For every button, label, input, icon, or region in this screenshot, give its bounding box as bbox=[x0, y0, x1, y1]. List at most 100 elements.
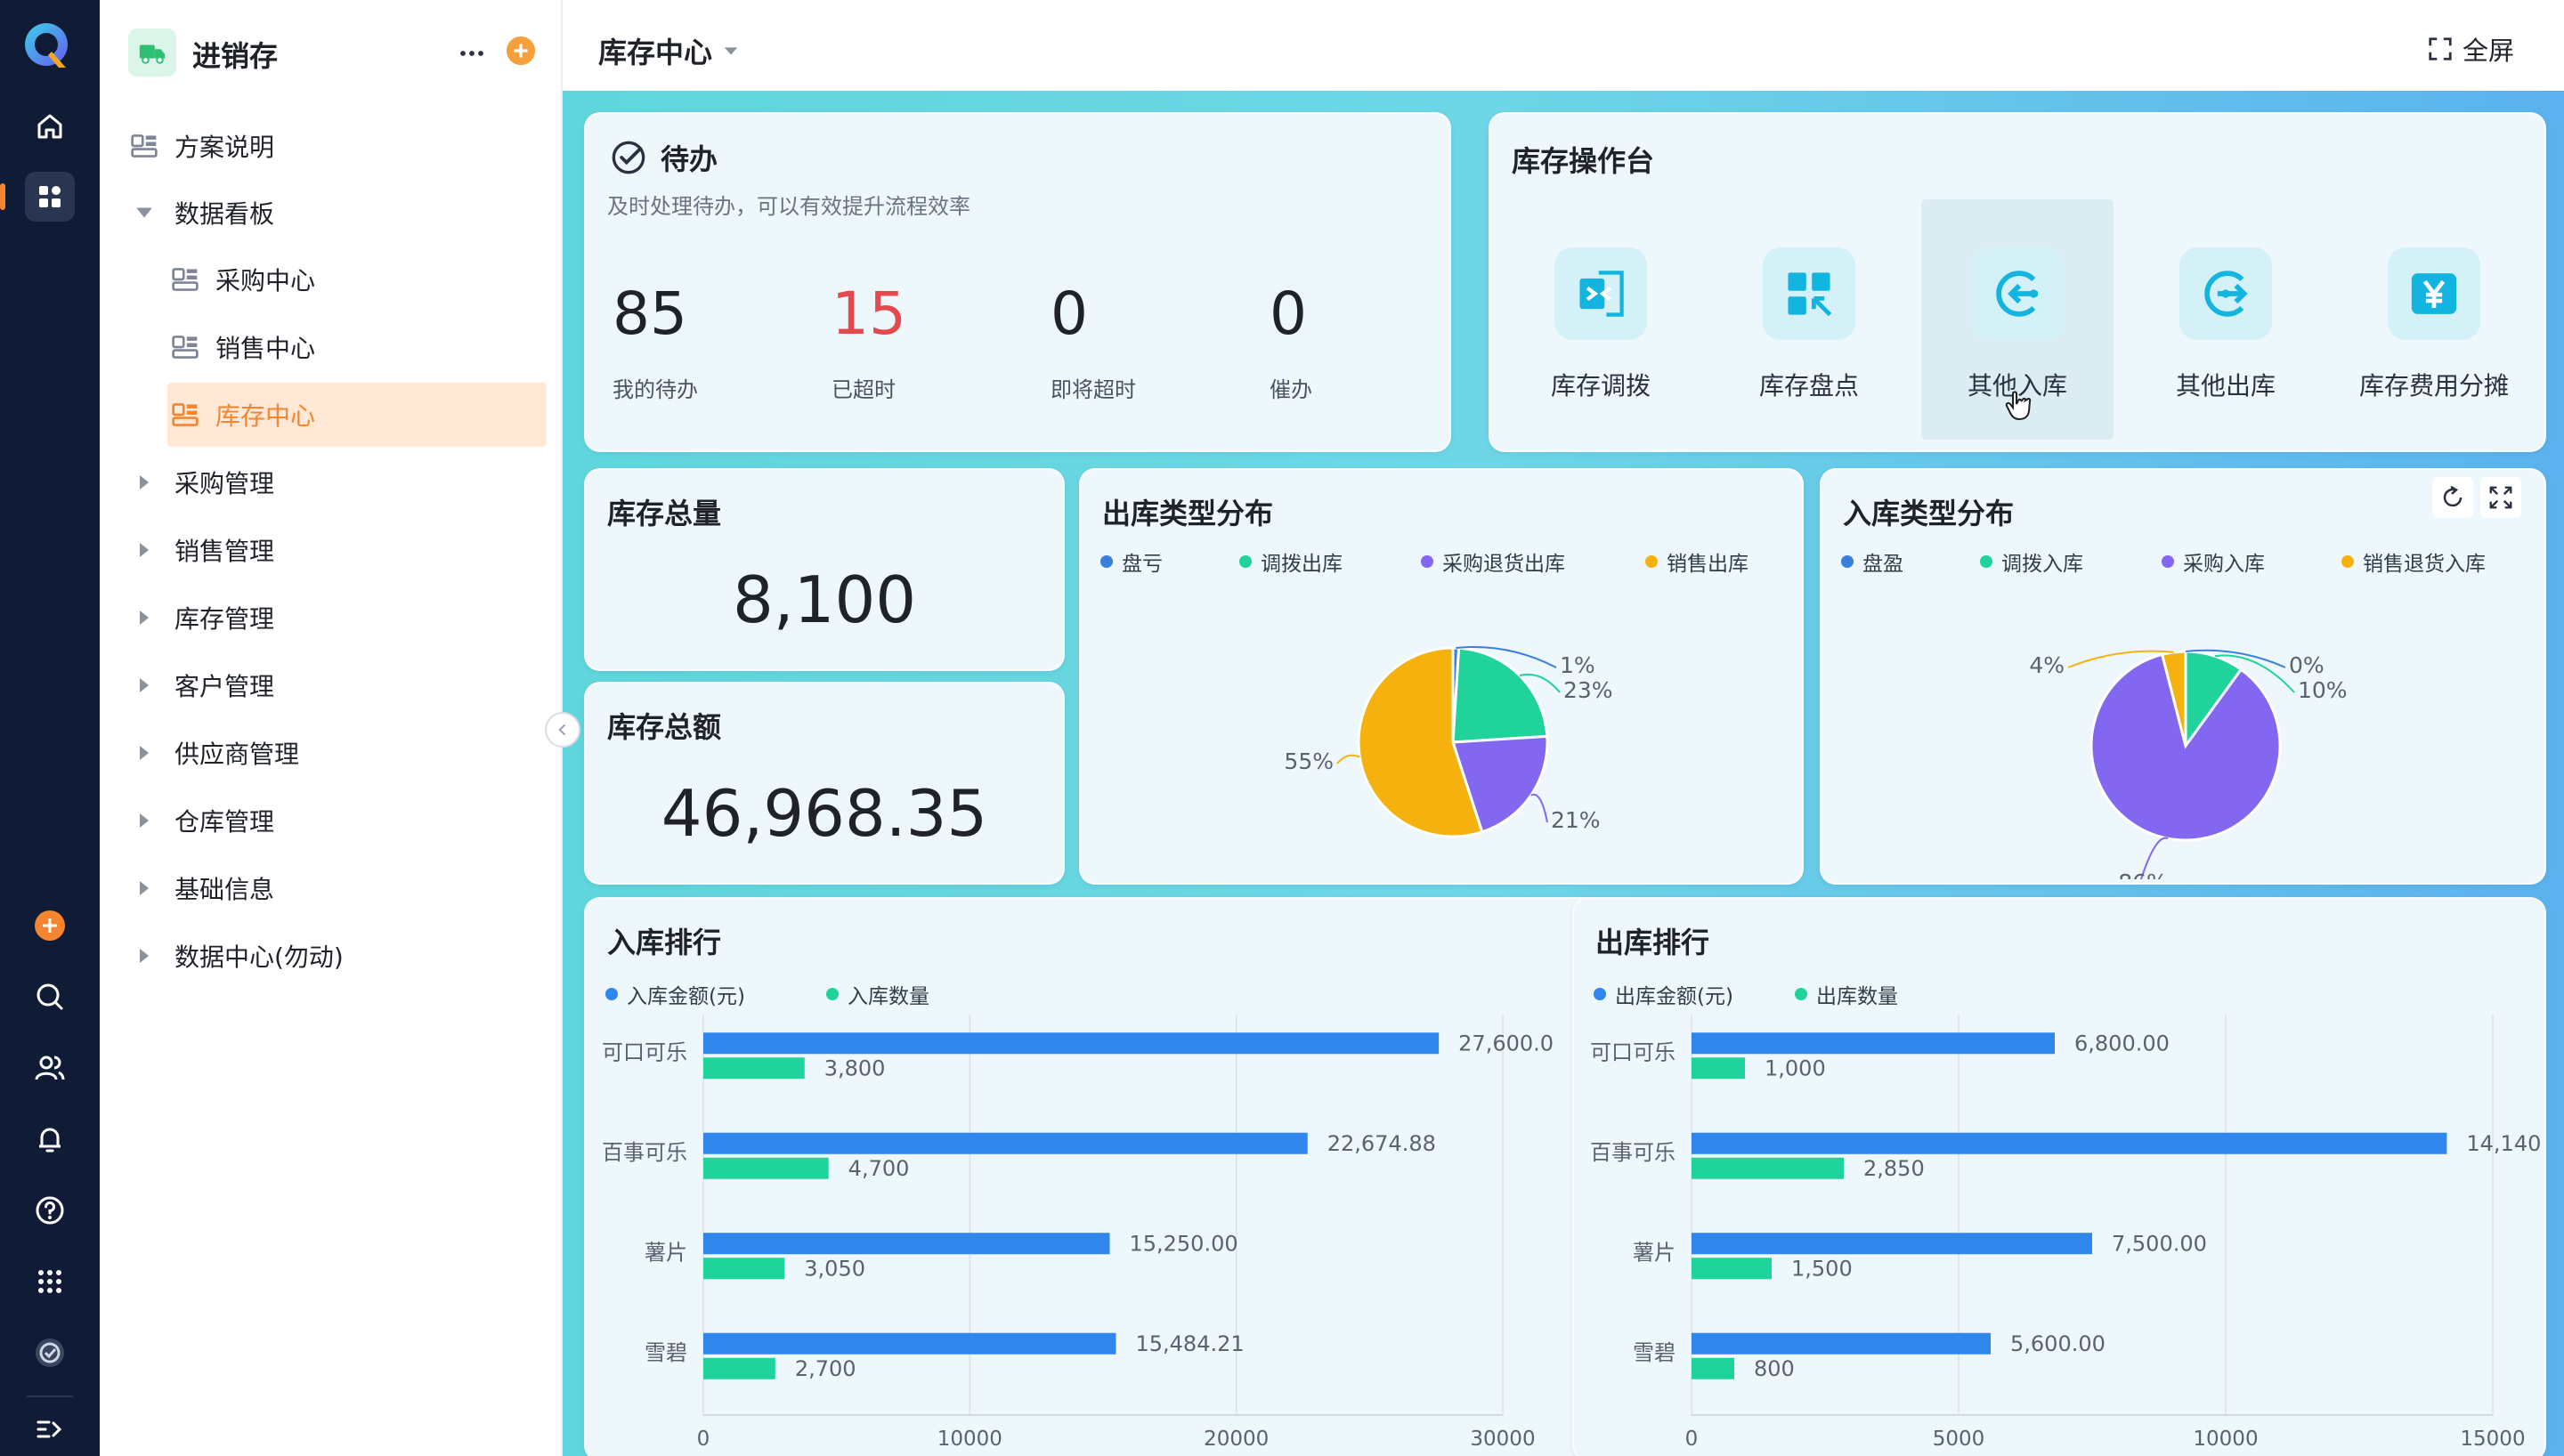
legend-dot bbox=[2341, 555, 2354, 568]
legend-dot bbox=[1239, 555, 1252, 568]
stock-in-icon bbox=[1971, 247, 2064, 340]
sidebar-item-label: 销售管理 bbox=[174, 537, 275, 566]
rail-divider bbox=[27, 1395, 73, 1397]
legend-label: 盘亏 bbox=[1122, 553, 1163, 576]
sidebar-item-label: 采购管理 bbox=[174, 469, 275, 498]
sidebar-item-scheme[interactable]: 方案说明 bbox=[126, 114, 518, 178]
sidebar-item-sales-center[interactable]: 销售中心 bbox=[167, 315, 547, 379]
grid-menu-icon[interactable] bbox=[25, 1257, 75, 1306]
bell-icon[interactable] bbox=[25, 1114, 75, 1164]
legend-dot bbox=[1980, 555, 1992, 568]
urge-count[interactable]: 0 bbox=[1270, 279, 1307, 348]
fullscreen-button[interactable]: 全屏 bbox=[2427, 30, 2514, 68]
refresh-button[interactable] bbox=[2432, 477, 2473, 518]
expand-rail-icon[interactable] bbox=[25, 1404, 75, 1454]
op-label: 库存调拨 bbox=[1550, 371, 1651, 400]
more-options-icon[interactable] bbox=[454, 37, 490, 69]
my-todo-count[interactable]: 85 bbox=[613, 279, 687, 348]
op-stock-out-button[interactable]: 其他出库 bbox=[2130, 199, 2322, 440]
home-icon[interactable] bbox=[25, 101, 75, 151]
sidebar-group-dashboard[interactable]: 数据看板 bbox=[126, 181, 518, 245]
legend-item[interactable]: 采购入库 bbox=[2162, 546, 2265, 577]
legend-item[interactable]: 销售退货入库 bbox=[2341, 546, 2486, 577]
add-item-icon[interactable] bbox=[506, 36, 536, 66]
x-tick-label: 5000 bbox=[1933, 1428, 1985, 1451]
sidebar-group-customer-mgmt[interactable]: 客户管理 bbox=[126, 653, 518, 717]
bar bbox=[703, 1233, 1110, 1255]
legend-label: 调拨入库 bbox=[2001, 553, 2083, 576]
apps-dashboard-icon[interactable] bbox=[25, 172, 75, 222]
legend-item[interactable]: 调拨入库 bbox=[1980, 546, 2083, 577]
legend-item[interactable]: 采购退货出库 bbox=[1421, 546, 1565, 577]
due-soon-count[interactable]: 0 bbox=[1051, 279, 1088, 348]
contacts-icon[interactable] bbox=[25, 1043, 75, 1093]
hand-cursor-icon bbox=[2005, 391, 2032, 421]
legend-label: 销售退货入库 bbox=[2363, 553, 2486, 576]
page-icon bbox=[167, 400, 203, 429]
pie-slice bbox=[1451, 646, 1549, 744]
op-inventory-count-button[interactable]: 库存盘点 bbox=[1713, 199, 1905, 440]
sidebar-group-data-center[interactable]: 数据中心(勿动) bbox=[126, 924, 518, 988]
sidebar-item-label: 供应商管理 bbox=[174, 740, 300, 769]
search-icon[interactable] bbox=[25, 972, 75, 1022]
sidebar-item-inventory-center[interactable]: 库存中心 bbox=[167, 383, 547, 447]
help-icon[interactable] bbox=[25, 1185, 75, 1235]
legend-item[interactable]: 盘盈 bbox=[1841, 546, 1903, 577]
legend-item[interactable]: 调拨出库 bbox=[1239, 546, 1343, 577]
category-label: 可口可乐 bbox=[1590, 1039, 1676, 1064]
pie-leader-line bbox=[1336, 754, 1360, 764]
op-label: 库存费用分摊 bbox=[2358, 371, 2509, 400]
op-stock-in-button[interactable]: 其他入库 bbox=[1921, 199, 2114, 440]
total-qty-card: 库存总量 8,100 bbox=[584, 468, 1065, 671]
sidebar-item-purchase-center[interactable]: 采购中心 bbox=[167, 247, 547, 311]
app-logo[interactable] bbox=[21, 20, 75, 73]
sidebar-group-supplier-mgmt[interactable]: 供应商管理 bbox=[126, 721, 518, 785]
sidebar-group-sales-mgmt[interactable]: 销售管理 bbox=[126, 518, 518, 582]
sidebar-group-basic-info[interactable]: 基础信息 bbox=[126, 856, 518, 920]
x-tick-label: 0 bbox=[1685, 1428, 1699, 1451]
sidebar-group-purchase-mgmt[interactable]: 采购管理 bbox=[126, 450, 518, 514]
category-label: 雪碧 bbox=[1633, 1340, 1676, 1365]
due-soon-label: 即将超时 bbox=[1051, 377, 1136, 402]
bar-data-label: 7,500.00 bbox=[2112, 1231, 2207, 1256]
bar-data-label: 800 bbox=[1754, 1356, 1795, 1381]
bar-data-label: 15,484.21 bbox=[1135, 1331, 1244, 1356]
op-cost-allocation-button[interactable]: 库存费用分摊 bbox=[2338, 199, 2530, 440]
fullscreen-icon bbox=[2429, 37, 2452, 61]
inbound-pie-chart: 0%10% 86% 4% bbox=[2029, 649, 2348, 879]
category-label: 百事可乐 bbox=[602, 1140, 687, 1165]
op-label: 其他出库 bbox=[2175, 371, 2276, 400]
overdue-label: 已超时 bbox=[832, 377, 896, 402]
sidebar-item-label: 数据中心(勿动) bbox=[174, 942, 344, 972]
urge-label: 催办 bbox=[1270, 377, 1312, 402]
op-transfer-button[interactable]: 库存调拨 bbox=[1505, 199, 1697, 440]
bar bbox=[1692, 1233, 2092, 1255]
bar bbox=[703, 1132, 1308, 1154]
x-tick-label: 30000 bbox=[1470, 1428, 1535, 1451]
overdue-count[interactable]: 15 bbox=[832, 279, 906, 348]
outbound-bar-chart: 0 5000 10000 15000 可口可乐 6,800.00 1,000 百事可乐 14,1… bbox=[1590, 1015, 2541, 1451]
my-todo-label: 我的待办 bbox=[613, 377, 698, 402]
bar bbox=[1692, 1157, 1844, 1179]
bar bbox=[703, 1157, 829, 1179]
bar-data-label: 14,140 bbox=[2466, 1131, 2541, 1156]
sidebar-group-warehouse-mgmt[interactable]: 仓库管理 bbox=[126, 789, 518, 853]
caret-right-icon bbox=[126, 947, 162, 965]
bar-data-label: 5,600.00 bbox=[2010, 1331, 2106, 1356]
sidebar-item-label: 库存中心 bbox=[215, 401, 316, 431]
caret-right-icon bbox=[126, 879, 162, 897]
inbound-type-card: 入库类型分布 盘盈 调拨入库 采购入库 销售退货入库 0%10% 86% 4% bbox=[1820, 468, 2546, 885]
chevron-left-icon bbox=[558, 724, 566, 736]
user-avatar-icon[interactable] bbox=[25, 1328, 75, 1378]
expand-chart-button[interactable] bbox=[2480, 477, 2521, 518]
bar bbox=[703, 1032, 1440, 1055]
bar bbox=[703, 1258, 785, 1280]
add-icon[interactable] bbox=[25, 901, 75, 950]
sidebar-group-inventory-mgmt[interactable]: 库存管理 bbox=[126, 586, 518, 650]
collapse-sidebar-button[interactable] bbox=[545, 712, 580, 748]
app-title: 进销存 bbox=[192, 39, 279, 73]
legend-item[interactable]: 盘亏 bbox=[1100, 546, 1163, 577]
pie-data-label: 23% bbox=[1563, 677, 1613, 703]
page-title-dropdown[interactable]: 库存中心 bbox=[598, 30, 739, 71]
legend-item[interactable]: 销售出库 bbox=[1645, 546, 1749, 577]
